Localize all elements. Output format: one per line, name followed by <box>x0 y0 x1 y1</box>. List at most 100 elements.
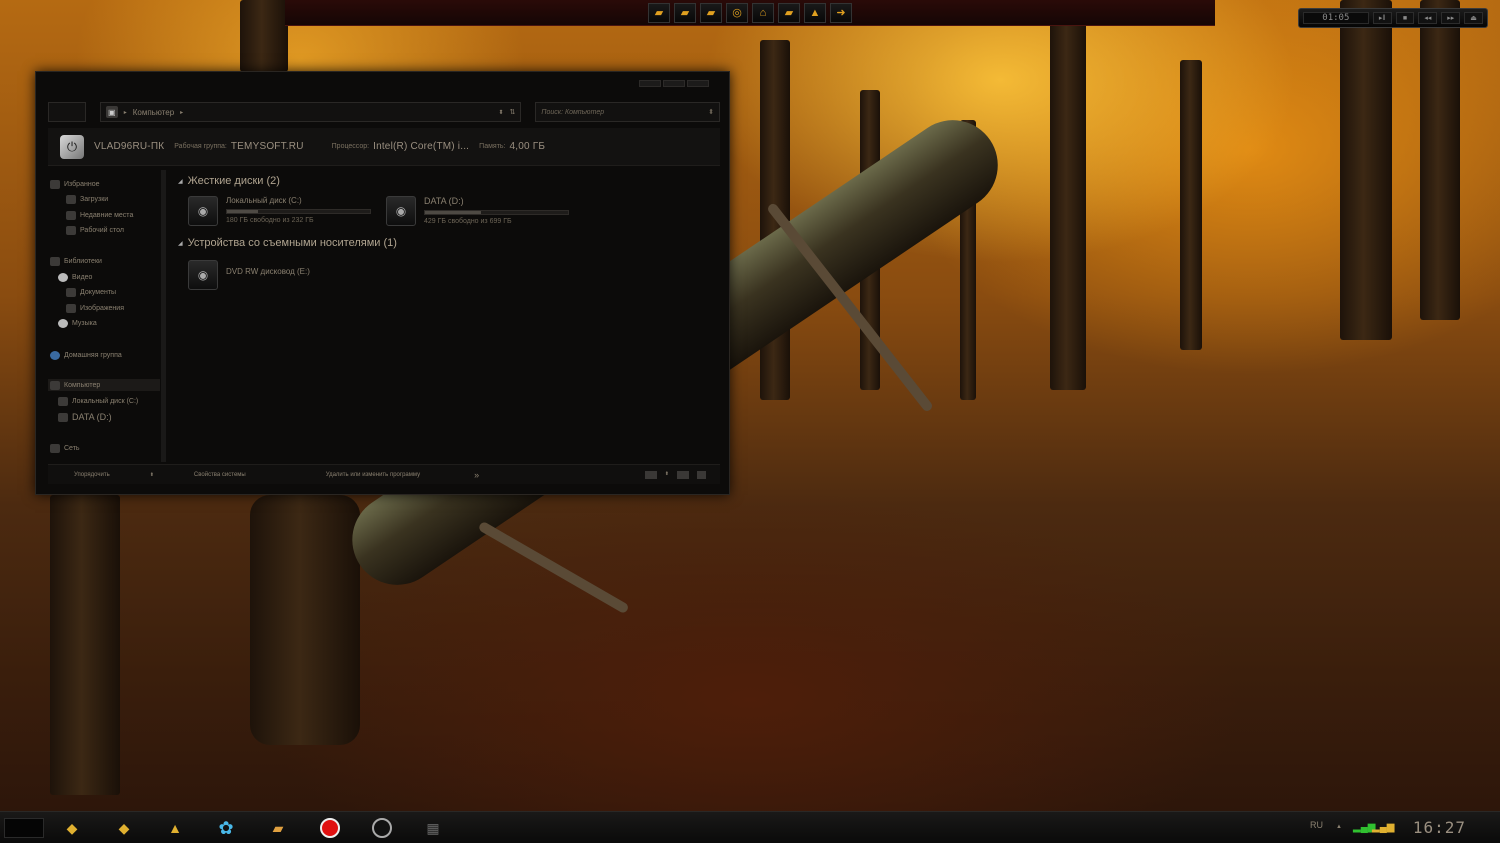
drive-name: DATA (D:) <box>424 196 464 206</box>
eject-button[interactable]: ⏏ <box>1464 12 1483 24</box>
drive-item[interactable]: ◉ DATA (D:) 429 ГБ свободно из 699 ГБ <box>386 196 569 226</box>
back-forward-buttons[interactable] <box>48 102 86 122</box>
sidebar-item-pictures[interactable]: Изображения <box>66 302 124 314</box>
media-player-widget: 01:05 ▸‖ ■ ◂◂ ▸▸ ⏏ <box>1298 8 1488 28</box>
previous-button[interactable]: ◂◂ <box>1418 12 1438 24</box>
change-view-button[interactable] <box>644 470 657 479</box>
drive-name: DVD RW дисковод (E:) <box>226 267 310 276</box>
search-input[interactable]: Поиск: Компьютер ⬍ <box>535 102 721 122</box>
computer-icon <box>50 380 60 390</box>
start-button[interactable] <box>4 818 44 838</box>
exit-icon[interactable]: ➜ <box>830 2 852 23</box>
folder-icon[interactable]: ▰ <box>700 2 722 23</box>
homegroup-icon <box>50 350 60 360</box>
tree-trunk <box>1420 0 1460 320</box>
tray-arrow-icon[interactable]: ▲ <box>1336 824 1342 830</box>
aimp-icon[interactable]: ▲ <box>163 817 187 839</box>
close-button[interactable] <box>687 80 709 87</box>
command-bar: Упорядочить ⬍ Свойства системы Удалить и… <box>48 464 720 484</box>
next-button[interactable]: ▸▸ <box>1441 12 1461 24</box>
search-placeholder: Поиск: Компьютер <box>541 108 605 116</box>
ie-icon[interactable]: ◆ <box>60 817 84 839</box>
circle-app-icon[interactable] <box>370 817 394 839</box>
window-controls <box>639 80 709 87</box>
minimize-button[interactable] <box>639 80 661 87</box>
aimp-icon[interactable]: ▲ <box>804 2 826 23</box>
sidebar-item-recent[interactable]: Недавние места <box>66 209 133 221</box>
drive-usage-bar <box>424 210 569 215</box>
disk-app-icon[interactable]: ▦ <box>421 817 445 839</box>
dvd-drive-item[interactable]: ◉ DVD RW дисковод (E:) <box>188 260 310 290</box>
group-header-hard-drives[interactable]: ◢ Жесткие диски (2) <box>178 175 280 187</box>
sidebar-item-libraries[interactable]: Библиотеки <box>50 255 102 267</box>
refresh-icon[interactable]: ⇅ <box>510 108 516 116</box>
sidebar-item-documents[interactable]: Документы <box>66 286 116 298</box>
drive-item[interactable]: ◉ Локальный диск (C:) 180 ГБ свободно из… <box>188 196 371 226</box>
dvd-drive-icon: ◉ <box>188 260 218 290</box>
picture-icon <box>66 303 76 313</box>
tree-trunk <box>1050 20 1086 390</box>
pc-name: VLAD96RU-ПК <box>94 141 165 152</box>
more-commands-button[interactable]: » <box>474 470 479 480</box>
sidebar-item-favorites[interactable]: Избранное <box>50 178 99 190</box>
computer-icon: ▣ <box>105 106 118 118</box>
organize-button[interactable]: Упорядочить <box>74 472 110 478</box>
search-icon[interactable]: ⬍ <box>708 108 714 116</box>
hard-drive-icon <box>58 396 68 406</box>
help-button[interactable] <box>697 470 706 479</box>
sidebar-item-label: Изображения <box>80 304 124 312</box>
folder-icon[interactable]: ▰ <box>674 2 696 23</box>
sidebar-item-desktop[interactable]: Рабочий стол <box>66 224 124 236</box>
hard-drive-icon: ◉ <box>386 196 416 226</box>
main-content: ◢ Жесткие диски (2) ◉ Локальный диск (C:… <box>172 170 718 462</box>
home-icon[interactable]: ⌂ <box>752 2 774 23</box>
music-icon <box>58 318 68 328</box>
folder-icon[interactable]: ▰ <box>266 817 290 839</box>
disc-icon[interactable]: ◎ <box>726 2 748 23</box>
messenger-icon[interactable]: ✿ <box>214 817 238 839</box>
drive-usage-bar <box>226 209 371 214</box>
workgroup-value: TEMYSOFT.RU <box>230 141 304 152</box>
navigation-pane: Избранное Загрузки Недавние места Рабочи… <box>48 170 164 462</box>
chevron-right-icon[interactable]: ▸ <box>180 109 183 116</box>
sidebar-item-network[interactable]: Сеть <box>50 442 80 454</box>
address-bar[interactable]: ▣ ▸ Компьютер ▸ ⬍ ⇅ <box>99 102 522 122</box>
folder-icon[interactable]: ▰ <box>778 2 800 23</box>
taskbar: ◆ ◆ ▲ ✿ ▰ ▦ RU ▲ ▂▄▆ ▂▄▆ 16:27 <box>0 811 1500 843</box>
collapse-icon[interactable]: ◢ <box>178 240 183 247</box>
language-indicator[interactable]: RU <box>1310 820 1323 830</box>
chevron-right-icon[interactable]: ▸ <box>124 109 127 116</box>
uninstall-program-button[interactable]: Удалить или изменить программу <box>326 472 420 478</box>
explorer-folder-icon[interactable]: ◆ <box>112 817 136 839</box>
sidebar-item-label: Сеть <box>64 444 80 452</box>
sidebar-item-local-disk[interactable]: Локальный диск (C:) <box>58 395 138 407</box>
navigation-pane-scrollbar[interactable] <box>161 170 166 462</box>
quick-launch-bar: ▰ ▰ ▰ ◎ ⌂ ▰ ▲ ➜ <box>285 0 1215 26</box>
collapse-icon[interactable]: ◢ <box>178 178 183 185</box>
stop-button[interactable]: ■ <box>1395 12 1415 24</box>
drive-free-space: 429 ГБ свободно из 699 ГБ <box>424 218 512 225</box>
sidebar-item-video[interactable]: Видео <box>58 271 92 283</box>
sidebar-item-music[interactable]: Музыка <box>58 317 97 329</box>
sidebar-item-homegroup[interactable]: Домашняя группа <box>50 349 122 361</box>
group-header-removable[interactable]: ◢ Устройства со съемными носителями (1) <box>178 237 397 249</box>
play-pause-button[interactable]: ▸‖ <box>1372 12 1392 24</box>
preview-pane-button[interactable] <box>677 470 689 479</box>
navigation-row: ▣ ▸ Компьютер ▸ ⬍ ⇅ Поиск: Компьютер ⬍ <box>48 102 721 122</box>
dropdown-icon[interactable]: ⬍ <box>150 472 154 478</box>
cpu-label: Процессор: <box>331 143 370 150</box>
sidebar-item-computer[interactable]: Компьютер <box>48 379 160 391</box>
clock[interactable]: 16:27 <box>1413 818 1466 837</box>
dropdown-icon[interactable]: ⬍ <box>665 471 669 479</box>
folder-icon[interactable]: ▰ <box>648 2 670 23</box>
recent-places-icon <box>66 210 76 220</box>
dropdown-icon[interactable]: ⬍ <box>499 109 504 116</box>
sidebar-item-downloads[interactable]: Загрузки <box>66 193 108 205</box>
maximize-button[interactable] <box>663 80 685 87</box>
system-properties-button[interactable]: Свойства системы <box>194 472 246 478</box>
sidebar-item-label: Недавние места <box>80 211 134 219</box>
volume-icon[interactable]: ▂▄▆ <box>1372 822 1394 833</box>
record-icon[interactable] <box>318 817 342 839</box>
memory-label: Память: <box>479 143 506 150</box>
sidebar-item-data-disk[interactable]: DATA (D:) <box>58 411 112 423</box>
